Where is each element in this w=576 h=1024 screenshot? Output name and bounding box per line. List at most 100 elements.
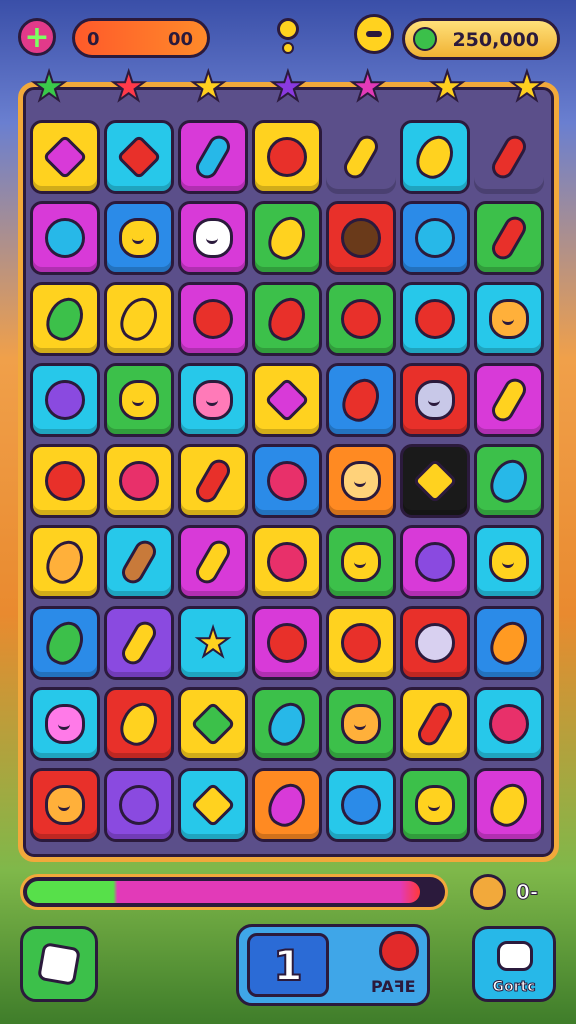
candy-round-icon [415, 299, 455, 339]
add-lives-button[interactable]: + [18, 18, 56, 56]
candy-diamond-icon [116, 134, 162, 180]
candy-round-icon [341, 218, 381, 258]
candy-tile[interactable] [30, 282, 100, 356]
candy-tile[interactable] [474, 120, 544, 194]
candy-tile[interactable] [104, 768, 174, 842]
candy-tile[interactable] [400, 201, 470, 275]
candy-round-icon [119, 461, 159, 501]
mascot-icon [354, 14, 394, 54]
candy-tile[interactable] [178, 768, 248, 842]
candy-tile[interactable] [400, 768, 470, 842]
candy-tile[interactable] [252, 444, 322, 518]
candy-tile[interactable] [474, 201, 544, 275]
booster-button[interactable] [20, 926, 98, 1002]
candy-tile[interactable] [104, 363, 174, 437]
candy-pill-icon [191, 455, 235, 507]
candy-tile[interactable] [104, 120, 174, 194]
candy-tile[interactable] [178, 282, 248, 356]
timer-icon [470, 874, 506, 910]
candy-tile[interactable] [252, 525, 322, 599]
candy-tile[interactable] [400, 687, 470, 761]
candy-tile[interactable] [30, 201, 100, 275]
candy-tile[interactable] [104, 687, 174, 761]
candy-round-icon [45, 461, 85, 501]
candy-tile[interactable] [474, 363, 544, 437]
candy-diamond-icon [264, 377, 310, 423]
candy-tile[interactable] [400, 444, 470, 518]
hint-lightbulb-icon[interactable] [277, 18, 299, 54]
candy-oval-icon [262, 291, 312, 347]
candy-tile[interactable] [30, 120, 100, 194]
candy-tile[interactable] [400, 525, 470, 599]
level-panel[interactable]: 1 PAꟻE [236, 924, 430, 1006]
candy-grid: ★ [30, 120, 546, 852]
candy-tile[interactable] [178, 120, 248, 194]
candy-tile[interactable] [326, 363, 396, 437]
candy-tile[interactable] [252, 363, 322, 437]
candy-tile[interactable] [474, 768, 544, 842]
candy-tile[interactable] [474, 606, 544, 680]
candy-round-icon [341, 623, 381, 663]
candy-tile[interactable] [178, 687, 248, 761]
candy-oval-icon [262, 696, 312, 752]
candy-round-icon [119, 785, 159, 825]
candy-tile[interactable] [252, 282, 322, 356]
candy-tile[interactable] [30, 525, 100, 599]
candy-diamond-icon [42, 134, 88, 180]
candy-tile[interactable] [30, 606, 100, 680]
candy-tile[interactable] [326, 525, 396, 599]
candy-oval-icon [40, 615, 90, 671]
candy-tile[interactable] [400, 363, 470, 437]
candy-tile[interactable] [400, 606, 470, 680]
candy-tile[interactable] [104, 606, 174, 680]
candy-round-icon [267, 137, 307, 177]
candy-tile[interactable] [178, 444, 248, 518]
goal-star-icon: ★ [189, 64, 227, 110]
candy-tile[interactable] [474, 687, 544, 761]
candy-tile[interactable] [104, 525, 174, 599]
candy-tile[interactable] [326, 282, 396, 356]
candy-tile[interactable]: ★ [178, 606, 248, 680]
candy-tile[interactable] [326, 687, 396, 761]
candy-tile[interactable] [178, 525, 248, 599]
candy-tile[interactable] [252, 201, 322, 275]
candy-tile[interactable] [178, 201, 248, 275]
settings-button[interactable]: Gortc [472, 926, 556, 1002]
candy-tile[interactable] [474, 444, 544, 518]
candy-tile[interactable] [104, 282, 174, 356]
candy-tile[interactable] [252, 687, 322, 761]
candy-tile[interactable] [252, 120, 322, 194]
goal-star-icon: ★ [349, 64, 387, 110]
candy-tile[interactable] [326, 606, 396, 680]
candy-round-icon [489, 704, 529, 744]
candy-tile[interactable] [400, 282, 470, 356]
candy-tile[interactable] [104, 444, 174, 518]
candy-tile[interactable] [30, 687, 100, 761]
candy-face-icon [45, 704, 85, 744]
candy-tile[interactable] [400, 120, 470, 194]
candy-tile[interactable] [474, 282, 544, 356]
candy-tile[interactable] [252, 606, 322, 680]
candy-tile[interactable] [474, 525, 544, 599]
candy-tile[interactable] [326, 201, 396, 275]
coin-balance[interactable]: 250,000 [402, 18, 560, 60]
candy-oval-icon [410, 129, 460, 185]
candy-tile[interactable] [326, 444, 396, 518]
candy-round-icon [267, 542, 307, 582]
candy-tile[interactable] [30, 363, 100, 437]
candy-tile[interactable] [30, 768, 100, 842]
candy-pill-icon [413, 698, 457, 750]
candy-pill-icon [191, 536, 235, 588]
candy-tile[interactable] [30, 444, 100, 518]
candy-tile[interactable] [252, 768, 322, 842]
star-row: ★ ★ ★ ★ ★ ★ ★ [28, 64, 548, 110]
candy-tile[interactable] [104, 201, 174, 275]
candy-tile[interactable] [326, 120, 396, 194]
candy-face-icon [341, 461, 381, 501]
candy-tile[interactable] [326, 768, 396, 842]
coin-amount: 250,000 [452, 29, 539, 51]
candy-round-icon [341, 785, 381, 825]
candy-pill-icon [339, 131, 383, 183]
candy-tile[interactable] [178, 363, 248, 437]
candy-face-icon [193, 380, 233, 420]
